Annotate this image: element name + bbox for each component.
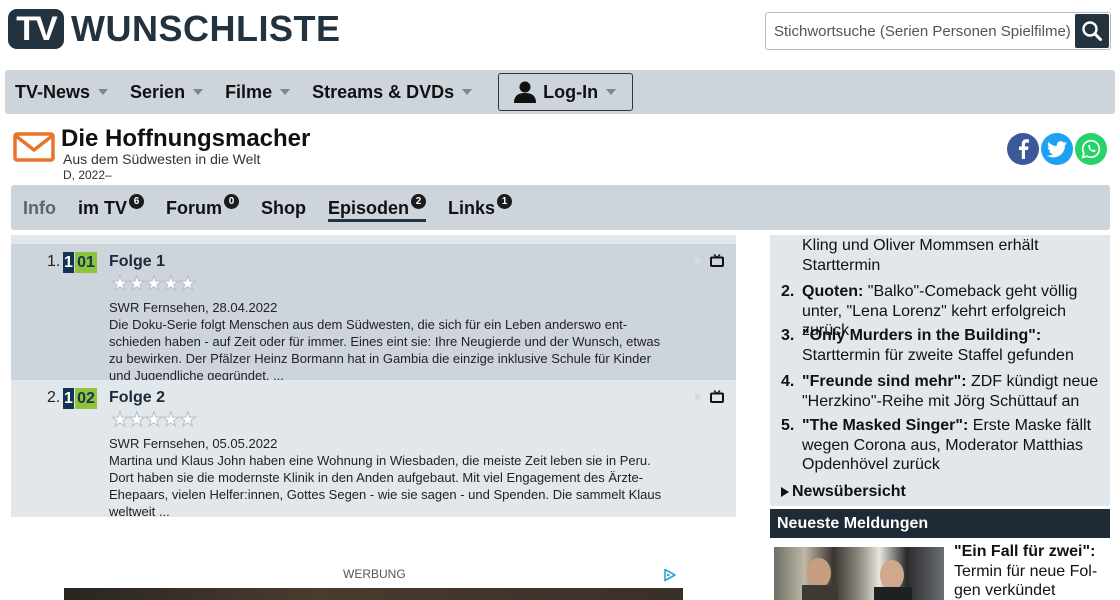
twitter-icon [1047, 140, 1067, 157]
news-teaser: Startter­min für zweite Staffel gefunden [802, 346, 1074, 364]
latest-news-heading: Neueste Meldungen [770, 509, 1110, 538]
news-item-text: Kling und Oliver Mommsen erhält Startter… [802, 237, 1039, 274]
chevron-down-icon [462, 89, 473, 95]
news-headline: Quoten: [802, 283, 864, 300]
news-overview-link[interactable]: Newsübersicht [781, 483, 906, 501]
logo-wordmark: WUNSCHLISTE [71, 8, 341, 49]
whatsapp-share-button[interactable] [1075, 133, 1107, 165]
tab-im-tv-label: im TV [78, 197, 128, 218]
news-rank: 2. [781, 283, 795, 300]
episode-title[interactable]: Folge 2 [109, 389, 165, 407]
search-box [765, 12, 1111, 50]
tab-shop-label: Shop [261, 197, 307, 218]
episode-index: 1. [47, 253, 61, 270]
twitter-share-button[interactable] [1041, 133, 1073, 165]
show-subnavigation: Info im TV 6 Forum 0 Shop Episoden 2 Lin… [11, 185, 1110, 230]
nav-streams-dvds[interactable]: Streams & DVDs [312, 81, 473, 103]
tab-links[interactable]: Links 1 [448, 193, 513, 222]
tab-im-tv[interactable]: im TV 6 [78, 193, 145, 222]
count-badge: 2 [411, 193, 427, 209]
nav-filme[interactable]: Filme [225, 81, 291, 103]
season-badge: 1 [63, 388, 74, 409]
news-rank: 4. [781, 373, 795, 390]
chevron-down-icon [280, 89, 291, 95]
episode-index: 2. [47, 389, 61, 406]
advertisement-banner[interactable] [64, 588, 683, 600]
chevron-down-icon [606, 89, 617, 95]
news-photo [802, 558, 912, 600]
episode-description: Die Doku-Serie folgt Menschen aus dem Sü… [109, 317, 661, 383]
episode-number-badge: 02 [75, 388, 97, 409]
episode-channel-date: SWR Fernsehen, 28.04.2022 [109, 300, 278, 315]
news-overview-label: Newsübersicht [792, 483, 906, 500]
login-button[interactable]: Log-In [498, 73, 634, 111]
tv-icon[interactable] [710, 390, 724, 403]
episode-channel-date: SWR Fernsehen, 05.05.2022 [109, 436, 278, 451]
chevron-down-icon [193, 89, 204, 95]
page-title: Die Hoffnungsmacher [61, 125, 311, 152]
nav-serien[interactable]: Serien [130, 81, 204, 103]
news-rank: 3. [781, 327, 795, 344]
latest-news-headline: "Ein Fall für zwei": [954, 543, 1096, 560]
rating-stars[interactable]: ★★★★★ [111, 271, 198, 296]
nav-serien-label: Serien [130, 81, 186, 102]
logo-tv-mark: TV [8, 9, 64, 49]
play-icon[interactable] [695, 255, 702, 266]
episode-row[interactable]: 1. 1 01 Folge 1 ★★★★★ SWR Fernsehen, 28.… [11, 244, 736, 383]
tab-shop[interactable]: Shop [261, 194, 306, 222]
nav-streams-dvds-label: Streams & DVDs [312, 81, 455, 102]
latest-news-item[interactable]: "Ein Fall für zwei": Termin für neue Fol… [954, 542, 1114, 600]
season-badge: 1 [63, 252, 74, 273]
tab-forum[interactable]: Forum 0 [166, 193, 240, 222]
nav-tv-news[interactable]: TV-News [15, 81, 109, 103]
episode-description: Martina und Klaus John haben eine Wohnun… [109, 453, 662, 519]
tab-episoden[interactable]: Episoden 2 [328, 193, 427, 222]
search-input[interactable] [766, 13, 1074, 49]
ad-label: WERBUNG [343, 567, 406, 581]
login-label: Log-In [543, 81, 599, 102]
tab-episoden-label: Episoden [328, 197, 410, 218]
news-rank: 5. [781, 417, 795, 434]
facebook-share-button[interactable] [1007, 133, 1039, 165]
episode-number-badge: 01 [75, 252, 97, 273]
news-headline: "Only Murders in the Building": [802, 327, 1042, 344]
count-badge: 6 [129, 193, 145, 209]
latest-news-teaser: Termin für neue Fol­gen verkündet [954, 562, 1098, 600]
chevron-down-icon [98, 89, 109, 95]
tab-info[interactable]: Info [23, 194, 56, 222]
facebook-icon [1019, 139, 1029, 159]
news-headline: "The Masked Singer": [802, 417, 969, 434]
tab-links-label: Links [448, 197, 496, 218]
rating-stars[interactable]: ★★★★★ [111, 407, 198, 432]
episode-list: 1. 1 01 Folge 1 ★★★★★ SWR Fernsehen, 28.… [11, 235, 736, 519]
main-navigation: TV-News Serien Filme Streams & DVDs Log-… [5, 70, 1115, 114]
news-headline: "Freunde sind mehr": [802, 373, 967, 390]
top-news-sidebar: Kling und Oliver Mommsen erhält Startter… [770, 235, 1110, 506]
nav-filme-label: Filme [225, 81, 273, 102]
episode-title[interactable]: Folge 1 [109, 253, 165, 271]
mail-icon[interactable] [13, 132, 55, 162]
tv-icon[interactable] [710, 254, 724, 267]
arrow-right-icon [781, 487, 789, 497]
nav-tv-news-label: TV-News [15, 81, 91, 102]
tab-forum-label: Forum [166, 197, 223, 218]
tab-info-label: Info [23, 197, 56, 218]
whatsapp-icon [1081, 139, 1101, 159]
search-icon [1082, 21, 1102, 41]
latest-news-thumbnail[interactable] [774, 547, 944, 600]
show-origin-year: D, 2022– [63, 168, 112, 182]
site-logo[interactable]: TV WUNSCHLISTE [8, 8, 341, 50]
play-icon[interactable] [695, 391, 702, 402]
count-badge: 1 [497, 193, 513, 209]
show-subtitle: Aus dem Südwesten in die Welt [63, 151, 261, 167]
adchoices-icon[interactable] [663, 568, 677, 582]
user-icon [514, 81, 537, 103]
count-badge: 0 [224, 193, 240, 209]
episode-row[interactable]: 2. 1 02 Folge 2 ★★★★★ SWR Fernsehen, 05.… [11, 380, 736, 519]
search-button[interactable] [1075, 14, 1109, 48]
